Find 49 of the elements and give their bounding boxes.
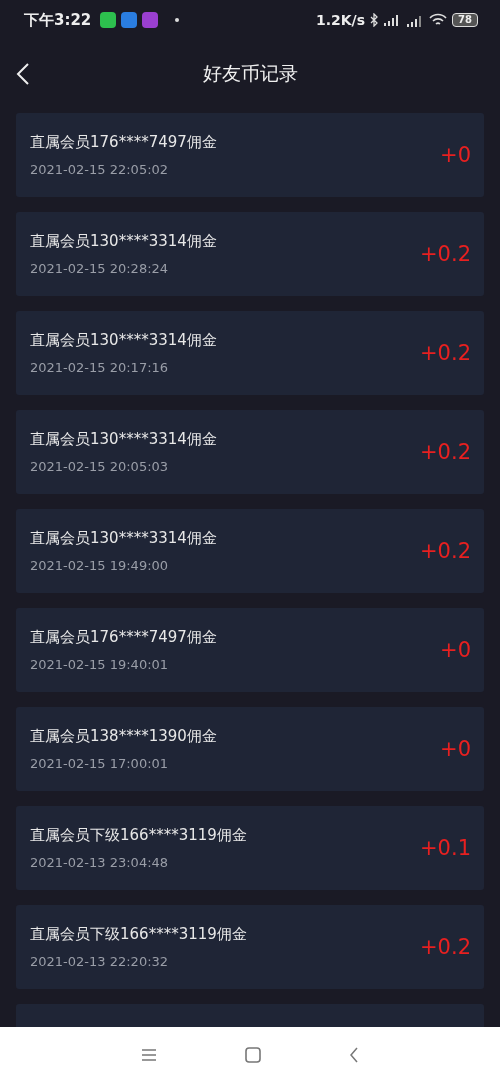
record-card[interactable]: 直属会员130****3314佣金 2021-02-15 20:17:16 +0.2 xyxy=(16,311,484,395)
record-card[interactable]: 直属会员下级166****3119佣金 2021-02-13 23:04:48 +0.1 xyxy=(16,806,484,890)
record-amount: +0 xyxy=(440,143,471,167)
record-time: 2021-02-15 17:00:01 xyxy=(30,756,170,771)
record-card[interactable]: 直属会员176****7497佣金 2021-02-15 19:40:01 +0 xyxy=(16,608,484,692)
record-time: 2021-02-13 23:04:48 xyxy=(30,855,170,870)
back-icon[interactable] xyxy=(349,1047,359,1063)
record-time: 2021-02-15 22:05:02 xyxy=(30,162,170,177)
wifi-icon xyxy=(429,13,448,27)
record-card[interactable]: 直属会员138****1390佣金 2021-02-15 17:00:01 +0 xyxy=(16,707,484,791)
record-title: 直属会员130****3314佣金 xyxy=(30,331,217,350)
record-card[interactable]: 直属会员下级166****3119佣金 2021-02-13 22:20:32 +0.2 xyxy=(16,905,484,989)
record-amount: +0.2 xyxy=(420,341,471,365)
record-title: 直属会员130****3314佣金 xyxy=(30,232,217,251)
record-title: 直属会员下级166****3119佣金 xyxy=(30,826,247,845)
back-button[interactable] xyxy=(16,62,30,86)
record-time: 2021-02-15 20:28:24 xyxy=(30,261,170,276)
page-title: 好友币记录 xyxy=(202,61,298,86)
record-amount: +0.2 xyxy=(420,935,471,959)
record-title: 直属会员下级166****3119佣金 xyxy=(30,925,247,944)
record-card[interactable]: 直属会员130****3314佣金 2021-02-15 20:28:24 +0.2 xyxy=(16,212,484,296)
record-time: 2021-02-15 19:49:00 xyxy=(30,558,170,573)
record-title: 直属会员138****1390佣金 xyxy=(30,727,217,746)
record-time: 2021-02-15 20:05:03 xyxy=(30,459,170,474)
status-time: 下午3:22 xyxy=(24,10,92,30)
bluetooth-icon xyxy=(370,13,379,27)
network-speed: 1.2K/s xyxy=(315,12,366,28)
app-icon xyxy=(121,12,138,28)
battery-indicator: 78 xyxy=(452,13,478,27)
record-amount: +0.2 xyxy=(420,539,471,563)
app-icon xyxy=(142,12,159,28)
record-time: 2021-02-13 22:20:32 xyxy=(30,954,170,969)
record-title: 直属会员176****7497佣金 xyxy=(30,628,217,647)
record-time: 2021-02-15 19:40:01 xyxy=(30,657,170,672)
record-amount: +0 xyxy=(440,638,471,662)
record-amount: +0 xyxy=(440,737,471,761)
record-title: 直属会员130****3314佣金 xyxy=(30,430,217,449)
record-card[interactable]: 直属会员176****7497佣金 2021-02-15 22:05:02 +0 xyxy=(16,113,484,197)
record-amount: +0.2 xyxy=(420,242,471,266)
notification-dot-icon xyxy=(175,18,180,22)
record-title: 直属会员176****7497佣金 xyxy=(30,133,217,152)
record-amount: +0.2 xyxy=(420,440,471,464)
record-time: 2021-02-15 20:17:16 xyxy=(30,360,170,375)
menu-icon[interactable] xyxy=(141,1048,157,1062)
record-card[interactable]: 直属会员130****3314佣金 2021-02-15 20:05:03 +0.2 xyxy=(16,410,484,494)
home-icon[interactable] xyxy=(245,1047,261,1063)
record-amount: +0.1 xyxy=(420,836,471,860)
record-title: 直属会员130****3314佣金 xyxy=(30,529,217,548)
record-card[interactable]: 直属会员130****3314佣金 2021-02-15 19:49:00 +0.2 xyxy=(16,509,484,593)
